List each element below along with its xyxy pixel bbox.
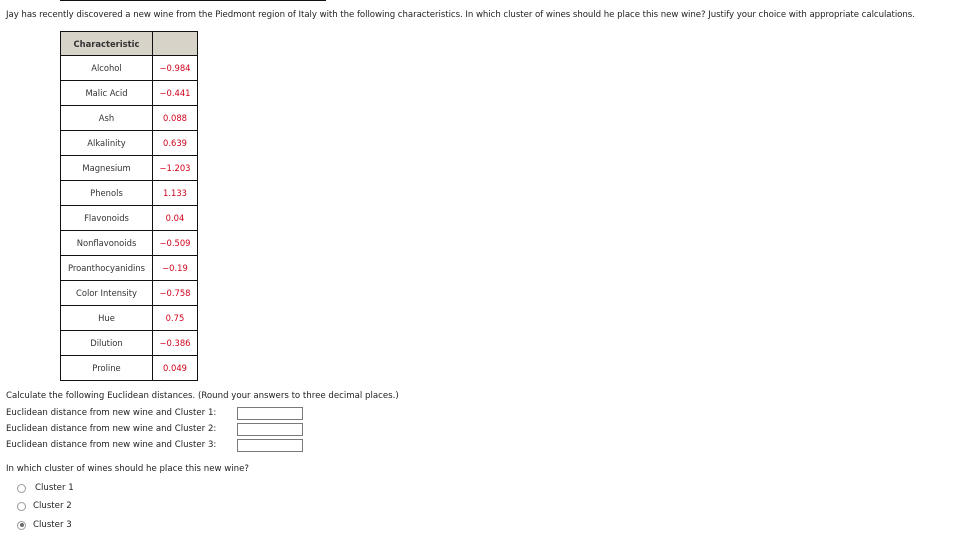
option-label[interactable]: Cluster 1 bbox=[35, 481, 74, 495]
option-cluster-2[interactable]: Cluster 2 bbox=[17, 499, 72, 513]
characteristic-label: Proanthocyanidins bbox=[60, 255, 153, 281]
table-row: Nonflavonoids −0.509 bbox=[60, 230, 198, 256]
table-row: Proline 0.049 bbox=[60, 355, 198, 381]
option-cluster-1[interactable]: Cluster 1 bbox=[17, 481, 74, 495]
option-label[interactable]: Cluster 2 bbox=[33, 499, 72, 513]
calculation-instructions: Calculate the following Euclidean distan… bbox=[6, 391, 399, 401]
characteristic-label: Dilution bbox=[60, 330, 153, 356]
characteristic-value: −0.758 bbox=[152, 280, 198, 306]
characteristic-label: Ash bbox=[60, 105, 153, 131]
table-header-row: Characteristic bbox=[60, 31, 198, 56]
table-row: Color Intensity −0.758 bbox=[60, 280, 198, 306]
distance-row-cluster-3: Euclidean distance from new wine and Clu… bbox=[6, 438, 216, 452]
table-row: Hue 0.75 bbox=[60, 305, 198, 331]
distance-label: Euclidean distance from new wine and Clu… bbox=[6, 424, 217, 434]
table-row: Alcohol −0.984 bbox=[60, 55, 198, 81]
radio-button[interactable] bbox=[17, 501, 26, 511]
table-row: Ash 0.088 bbox=[60, 105, 198, 131]
table-row: Alkalinity 0.639 bbox=[60, 130, 198, 156]
characteristic-value: −1.203 bbox=[152, 155, 198, 181]
characteristic-label: Flavonoids bbox=[60, 205, 153, 231]
distance-input-cluster-3[interactable] bbox=[237, 439, 303, 452]
distance-input-cluster-1[interactable] bbox=[237, 407, 303, 420]
characteristic-label: Color Intensity bbox=[60, 280, 153, 306]
radio-button-selected[interactable] bbox=[17, 520, 26, 530]
table-row: Malic Acid −0.441 bbox=[60, 80, 198, 106]
characteristic-value: 0.049 bbox=[152, 355, 198, 381]
option-cluster-3[interactable]: Cluster 3 bbox=[17, 518, 72, 532]
header-value bbox=[152, 31, 198, 56]
table-row: Magnesium −1.203 bbox=[60, 155, 198, 181]
characteristic-value: 0.639 bbox=[152, 130, 198, 156]
characteristic-label: Hue bbox=[60, 305, 153, 331]
top-divider bbox=[60, 0, 326, 1]
characteristic-label: Nonflavonoids bbox=[60, 230, 153, 256]
header-characteristic: Characteristic bbox=[60, 31, 153, 56]
distance-row-cluster-2: Euclidean distance from new wine and Clu… bbox=[6, 422, 216, 436]
characteristic-value: −0.386 bbox=[152, 330, 198, 356]
question-text: Jay has recently discovered a new wine f… bbox=[6, 10, 915, 20]
characteristic-value: 0.04 bbox=[152, 205, 198, 231]
characteristic-label: Magnesium bbox=[60, 155, 153, 181]
distance-label: Euclidean distance from new wine and Clu… bbox=[6, 408, 217, 418]
table-row: Dilution −0.386 bbox=[60, 330, 198, 356]
characteristic-value: 1.133 bbox=[152, 180, 198, 206]
characteristic-label: Phenols bbox=[60, 180, 153, 206]
characteristic-label: Proline bbox=[60, 355, 153, 381]
table-row: Proanthocyanidins −0.19 bbox=[60, 255, 198, 281]
distance-input-cluster-2[interactable] bbox=[237, 423, 303, 436]
distance-label: Euclidean distance from new wine and Clu… bbox=[6, 440, 217, 450]
characteristics-table: Characteristic Alcohol −0.984 Malic Acid −… bbox=[60, 31, 198, 381]
characteristic-label: Alcohol bbox=[60, 55, 153, 81]
characteristic-value: −0.984 bbox=[152, 55, 198, 81]
characteristic-value: 0.75 bbox=[152, 305, 198, 331]
characteristic-value: −0.509 bbox=[152, 230, 198, 256]
radio-button[interactable] bbox=[17, 483, 26, 493]
option-label[interactable]: Cluster 3 bbox=[33, 518, 72, 532]
characteristic-value: 0.088 bbox=[152, 105, 198, 131]
table-row: Phenols 1.133 bbox=[60, 180, 198, 206]
table-row: Flavonoids 0.04 bbox=[60, 205, 198, 231]
placement-question: In which cluster of wines should he plac… bbox=[6, 464, 249, 474]
characteristic-value: −0.441 bbox=[152, 80, 198, 106]
characteristic-label: Malic Acid bbox=[60, 80, 153, 106]
characteristic-label: Alkalinity bbox=[60, 130, 153, 156]
distance-row-cluster-1: Euclidean distance from new wine and Clu… bbox=[6, 406, 216, 420]
characteristic-value: −0.19 bbox=[152, 255, 198, 281]
